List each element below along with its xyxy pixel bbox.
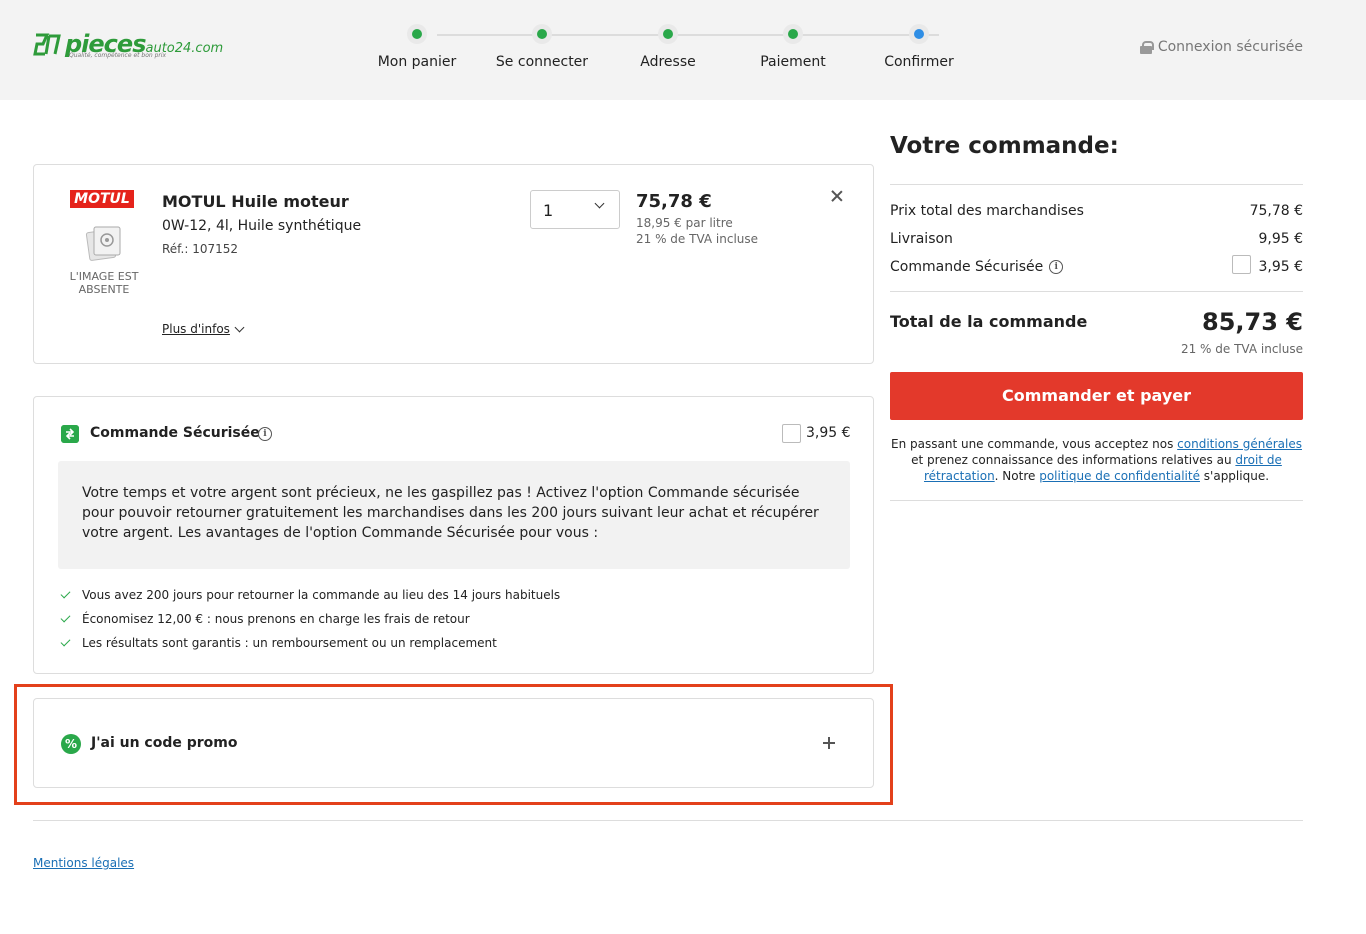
order-summary: Votre commande: Prix total des marchandi… [890,128,1303,501]
cart-item: MOTUL L'IMAGE EST ABSENTE MOTUL Huile mo… [33,164,874,364]
check-icon [60,613,72,625]
summary-row-goods: Prix total des marchandises 75,78 € [890,203,1303,219]
step-current-dot [914,29,924,39]
secure-order-description: Votre temps et votre argent sont précieu… [58,461,850,569]
terms-link[interactable]: conditions générales [1177,437,1302,451]
header: piecesauto24.com Qualité, compétence et … [0,0,1366,100]
privacy-link[interactable]: politique de confidentialité [1039,469,1200,483]
lock-icon [1139,40,1154,54]
order-and-pay-button[interactable]: Commander et payer [890,372,1303,420]
product-price: 75,78 € [636,191,712,212]
summary-row-secure: Commande Sécurisée i 3,95 € [890,253,1303,285]
summary-title: Votre commande: [890,133,1119,159]
logo-mark-icon [33,33,61,56]
info-icon[interactable]: i [1049,260,1064,274]
more-info-link[interactable]: Plus d'infos [162,322,245,336]
checkout-steps: Mon panier Se connecter Adresse Paiement… [378,24,979,84]
step-done-dot [663,29,673,39]
product-description: 0W-12, 4l, Huile synthétique [162,218,362,234]
divider [890,500,1303,501]
summary-row-delivery: Livraison 9,95 € [890,231,1303,247]
step-paiement[interactable]: Paiement [733,24,853,70]
promo-label: J'ai un code promo [91,735,238,751]
secure-order-price: 3,95 € [806,425,851,441]
site-logo[interactable]: piecesauto24.com Qualité, compétence et … [33,30,223,64]
order-total: Total de la commande 85,73 € 21 % de TVA… [890,308,1303,356]
step-done-dot [412,29,422,39]
quantity-select[interactable]: 1 [530,190,620,229]
step-done-dot [537,29,547,39]
step-done-dot [788,29,798,39]
list-item: Économisez 12,00 € : nous prenons en cha… [60,607,560,631]
step-adresse[interactable]: Adresse [608,24,728,70]
secure-connection: Connexion sécurisée [1139,39,1303,55]
check-icon [60,589,72,601]
step-mon-panier[interactable]: Mon panier [357,24,477,70]
legal-notice-link[interactable]: Mentions légales [33,856,134,870]
secure-order-checkbox[interactable] [782,424,801,443]
return-arrows-icon [61,425,79,443]
secure-order-checkbox[interactable] [1232,255,1251,274]
remove-item-button[interactable] [830,189,844,203]
product-name[interactable]: MOTUL Huile moteur [162,192,349,211]
brand-logo: MOTUL [70,190,134,208]
product-ref: Réf.: 107152 [162,242,239,256]
check-icon [60,637,72,649]
legal-notice: En passant une commande, vous acceptez n… [891,437,1302,483]
plus-icon[interactable] [823,737,835,749]
chevron-down-icon [234,322,245,332]
list-item: Vous avez 200 jours pour retourner la co… [60,583,560,607]
secure-order-card: Commande Sécurisée i 3,95 € Votre temps … [33,396,874,674]
benefits-list: Vous avez 200 jours pour retourner la co… [60,583,560,655]
list-item: Les résultats sont garantis : un rembour… [60,631,560,655]
no-image-label: L'IMAGE EST ABSENTE [69,270,139,296]
image-placeholder-icon [85,226,121,261]
unit-price: 18,95 € par litre [636,216,733,230]
footer-divider [33,820,1303,821]
vat-note: 21 % de TVA incluse [636,232,759,246]
info-icon[interactable]: i [258,427,272,441]
step-se-connecter[interactable]: Se connecter [482,24,602,70]
chevron-down-icon [594,198,605,209]
promo-code-toggle[interactable]: % J'ai un code promo [33,698,874,788]
secure-order-title: Commande Sécurisée [90,425,260,441]
logo-tagline: Qualité, compétence et bon prix [69,52,167,59]
step-confirmer: Confirmer [859,24,979,70]
percent-icon: % [61,734,81,754]
